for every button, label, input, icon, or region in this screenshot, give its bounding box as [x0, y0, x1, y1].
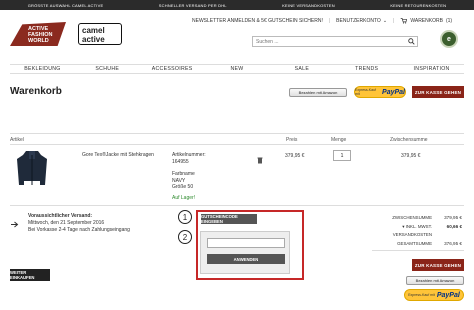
main-navigation: BEKLEIDUNG SCHUHE ACCESSOIRES NEW SALE T… — [10, 64, 464, 74]
info-item: KEINE VERSANDKOSTEN — [282, 2, 335, 8]
step-marker-1: 1 — [178, 210, 192, 224]
summary-row-subtotal: ZWISCHENSUMME 379,95 € — [392, 215, 462, 220]
divider — [372, 250, 464, 251]
column-header-price: Preis — [286, 137, 298, 143]
account-link[interactable]: BENUTZERKONTO — [336, 18, 381, 24]
top-info-bar: GRÖSSTE AUSWAHL CAMEL ACTIVE SCHNELLER V… — [0, 0, 474, 10]
info-item: KEINE RETOURENKOSTEN — [390, 2, 447, 8]
nav-item-trends[interactable]: TRENDS — [334, 66, 399, 72]
coupon-code-input[interactable] — [207, 238, 285, 248]
chevron-down-icon: ⌄ — [382, 18, 388, 24]
amazon-pay-button[interactable]: Bezahlen mit Amazon — [289, 88, 347, 97]
cart-icon[interactable] — [400, 17, 408, 26]
cart-count: (1) — [445, 18, 453, 24]
nav-item-inspiration[interactable]: INSPIRATION — [399, 66, 464, 72]
shipping-info: Voraussichtlicher Versand: Mittwoch, den… — [28, 213, 130, 233]
stock-status: Auf Lager! — [172, 194, 196, 201]
nav-item-sale[interactable]: SALE — [269, 66, 334, 72]
trusted-shops-badge[interactable]: e — [440, 30, 458, 48]
shipping-note: Bei Vorkasse 2-4 Tage nach Zahlungseinga… — [28, 226, 130, 233]
camel-active-logo[interactable]: camel active — [78, 23, 122, 45]
nav-item-schuhe[interactable]: SCHUHE — [75, 66, 140, 72]
paypal-express-button-bottom[interactable]: Express-Kauf mit PayPal — [404, 289, 464, 301]
search-icon[interactable] — [405, 36, 418, 47]
nav-item-accessoires[interactable]: ACCESSOIRES — [140, 66, 205, 72]
divider — [10, 205, 464, 206]
info-item: GRÖSSTE AUSWAHL CAMEL ACTIVE — [27, 2, 104, 8]
newsletter-link[interactable]: NEWSLETTER ANMELDEN & 5€ GUTSCHEIN SICHE… — [192, 18, 323, 24]
product-name[interactable]: Gore Tex®Jacke mit Stehkragen — [82, 152, 154, 158]
checkout-button-bottom[interactable]: ZUR KASSE GEHEN — [412, 259, 464, 271]
product-details: Artikelnummer: 164955 Farbname NAVY Größ… — [172, 152, 206, 201]
search-input[interactable] — [252, 36, 418, 47]
info-item: SCHNELLER VERSAND PER DHL — [158, 2, 227, 8]
item-subtotal: 379,95 € — [401, 153, 421, 159]
header-links: NEWSLETTER ANMELDEN & 5€ GUTSCHEIN SICHE… — [192, 17, 453, 26]
enter-coupon-button[interactable]: GUTSCHEINCODE EINGEBEN — [201, 214, 257, 224]
column-header-qty: Menge — [331, 137, 347, 143]
item-price: 379,95 € — [285, 153, 305, 159]
summary-row-total: GESAMTSUMME 376,95 € — [397, 240, 462, 246]
page-title: Warenkorb — [10, 86, 62, 97]
product-image[interactable] — [14, 148, 50, 190]
cart-link[interactable]: WARENKORB — [410, 18, 443, 24]
nav-item-bekleidung[interactable]: BEKLEIDUNG — [10, 66, 75, 72]
summary-row-shipping: VERSANDKOSTEN — [392, 232, 432, 237]
divider — [10, 133, 464, 134]
step-marker-2: 2 — [178, 230, 192, 244]
amazon-pay-button-bottom[interactable]: Bezahlen mit Amazon — [406, 276, 464, 285]
shipping-title: Voraussichtlicher Versand: — [28, 213, 93, 219]
continue-shopping-button[interactable]: WEITER EINKAUFEN — [10, 269, 50, 281]
divider — [10, 144, 464, 145]
apply-coupon-button[interactable]: ANWENDEN — [207, 254, 285, 264]
shipping-date: Mittwoch, den 21 September 2016 — [28, 219, 105, 226]
nav-item-new[interactable]: NEW — [205, 66, 270, 72]
checkout-button-top[interactable]: ZUR KASSE GEHEN — [412, 86, 464, 98]
trash-icon[interactable] — [257, 151, 263, 169]
column-header-subtotal: Zwischensumme — [390, 137, 428, 143]
truck-icon — [11, 215, 21, 233]
quantity-input[interactable]: 1 — [333, 150, 351, 161]
column-header-article: Artikel — [10, 137, 24, 143]
paypal-express-button[interactable]: Express-Kauf mit PayPal — [354, 86, 406, 98]
active-fashion-world-logo[interactable]: ACTIVE FASHION WORLD — [10, 20, 70, 48]
summary-row-vat: ▾ INKL. MWST. 60,66 € — [402, 223, 462, 229]
order-summary: ZWISCHENSUMME 379,95 € ▾ INKL. MWST. 60,… — [372, 214, 462, 248]
